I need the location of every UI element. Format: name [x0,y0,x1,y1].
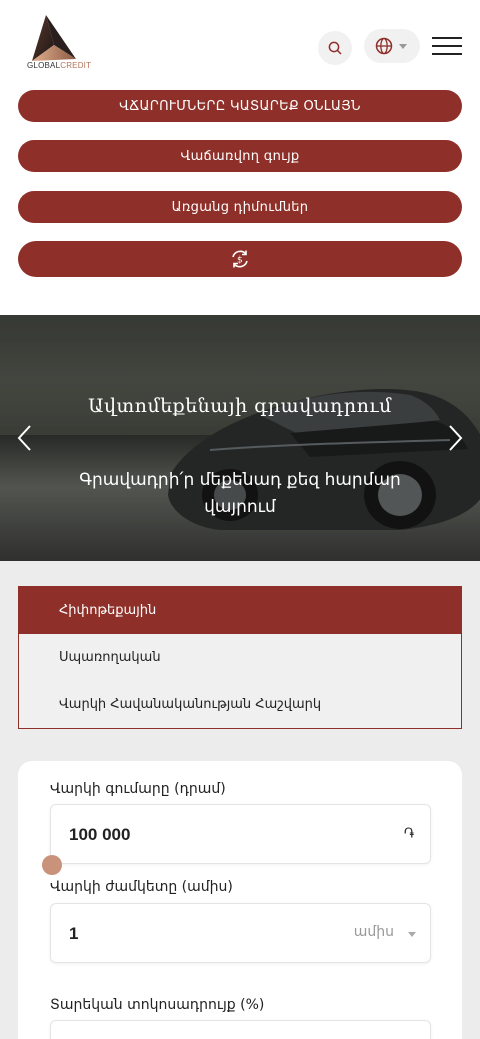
online-applications-button[interactable]: Առցանց դիմումներ [18,191,462,223]
hero-carousel: Ավտոմեքենայի գրավադրում Գրավադրի՛ր մեքեն… [0,315,480,561]
term-unit: ամիս [353,924,394,940]
search-button[interactable] [318,31,352,65]
rate-label: Տարեկան տոկոսադրույք (%) [50,997,265,1013]
chevron-right-icon[interactable] [442,423,466,453]
pay-online-button[interactable]: ՎՃԱՐՈՒՄՆԵՐԸ ԿԱՏԱՐԵՔ ՕՆԼԱՅՆ [18,90,462,122]
loan-type-tabs: Հիփոթեքային Սպառողական Վարկի Հավանականու… [18,586,462,729]
chevron-left-icon[interactable] [14,423,38,453]
amount-value: 100 000 [69,825,131,844]
tab-consumer[interactable]: Սպառողական [19,634,461,681]
hamburger-menu-icon[interactable] [432,37,462,57]
rate-input[interactable] [50,1020,431,1039]
term-select[interactable]: 1 ամիս [50,903,431,963]
dram-currency-icon: ֏ [403,826,414,842]
language-switcher[interactable] [364,29,420,63]
hero-title: Ավտոմեքենայի գրավադրում [88,395,392,417]
tab-mortgage[interactable]: Հիփոթեքային [19,587,461,634]
globe-icon [375,37,393,55]
currency-exchange-button[interactable]: $ [18,241,462,277]
header: GLOBALCREDIT [0,0,480,88]
term-label: Վարկի ժամկետը (ամիս) [50,879,233,895]
hero-subtitle: Գրավադրի՛ր մեքենադ քեզ հարմար վայրում [79,470,401,517]
currency-exchange-icon: $ [232,250,248,268]
amount-slider-thumb[interactable] [42,855,62,875]
tab-loan-probability[interactable]: Վարկի Հավանականության Հաշվարկ [19,681,461,728]
amount-input[interactable]: 100 000 ֏ [50,804,431,864]
term-value: 1 [69,924,79,943]
amount-label: Վարկի գումարը (դրամ) [50,781,226,797]
chevron-down-icon [408,932,416,937]
logo-wordmark: GLOBALCREDIT [27,61,92,70]
property-for-sale-button[interactable]: Վաճառվող գույք [18,140,462,172]
search-icon [328,41,342,55]
chevron-down-icon [399,43,407,49]
svg-text:$: $ [237,256,243,266]
